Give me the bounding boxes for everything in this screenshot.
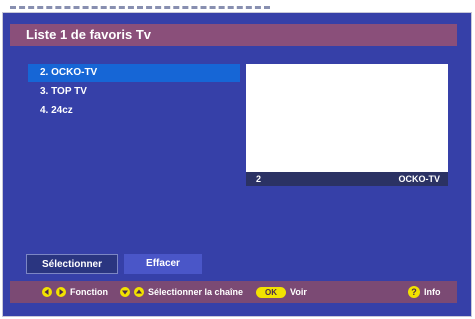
footer-select-channel-hint: Sélectionner la chaîne (120, 281, 243, 303)
arrow-up-key-icon (134, 287, 144, 297)
info-label: Info (424, 287, 441, 297)
preview-channel-number: 2 (256, 174, 262, 184)
footer-view-hint: OK Voir (256, 281, 307, 303)
function-label: Fonction (70, 287, 108, 297)
info-key-icon: ? (408, 286, 420, 298)
channel-item-ocko-tv[interactable]: 2. OCKO-TV (28, 64, 240, 82)
arrow-down-key-icon (120, 287, 130, 297)
channel-preview-window (246, 64, 448, 186)
view-label: Voir (290, 287, 307, 297)
footer-function-hint: Fonction (42, 281, 108, 303)
channel-item-top-tv[interactable]: 3. TOP TV (28, 83, 240, 101)
footer-info-hint: ? Info (408, 281, 441, 303)
select-channel-label: Sélectionner la chaîne (148, 287, 244, 297)
arrow-left-key-icon (42, 287, 52, 297)
title-bar: Liste 1 de favoris Tv (10, 24, 457, 46)
select-button[interactable]: Sélectionner (26, 254, 118, 274)
page-title: Liste 1 de favoris Tv (26, 27, 151, 42)
preview-info-bar: 2 OCKO-TV (246, 172, 448, 186)
channel-list: 2. OCKO-TV 3. TOP TV 4. 24cz (28, 64, 240, 121)
channel-item-24cz[interactable]: 4. 24cz (28, 102, 240, 120)
help-footer: Fonction Sélectionner la chaîne OK Voir … (10, 281, 457, 303)
ok-key-icon: OK (256, 286, 286, 298)
erase-button[interactable]: Effacer (124, 254, 202, 274)
arrow-right-key-icon (56, 287, 66, 297)
preview-channel-name: OCKO-TV (398, 174, 441, 184)
